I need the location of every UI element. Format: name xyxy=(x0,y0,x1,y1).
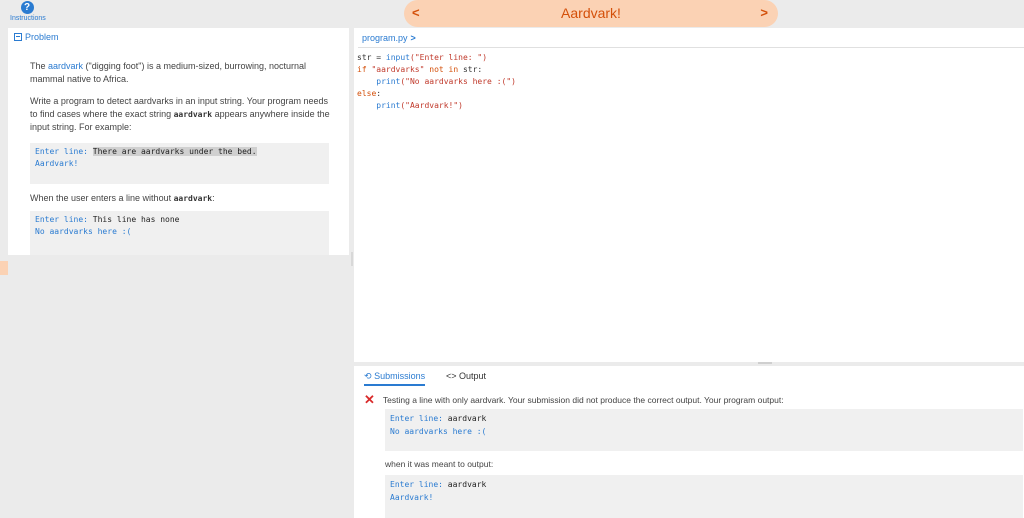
fail-icon: ✕ xyxy=(364,392,375,407)
expected-input: aardvark xyxy=(447,480,487,489)
chevron-right-icon: > xyxy=(410,33,416,43)
when-text: When the user enters a line without aard… xyxy=(30,192,330,205)
question-icon: ? xyxy=(20,1,34,14)
side-marker xyxy=(0,261,8,275)
example-block-1: Enter line: There are aardvarks under th… xyxy=(30,143,329,184)
pane-splitter[interactable] xyxy=(351,252,353,266)
tab-output-label: Output xyxy=(459,371,487,381)
code-line-4: else: xyxy=(357,88,516,100)
result-row: ✕ Testing a line with only aardvark. You… xyxy=(364,392,784,408)
problem-intro: The aardvark ("digging foot") is a mediu… xyxy=(30,60,330,86)
title-pill: < Aardvark! > xyxy=(404,0,778,27)
next-button[interactable]: > xyxy=(760,5,768,20)
tab-output[interactable]: <> Output xyxy=(446,371,486,381)
example1-output: Aardvark! xyxy=(35,159,79,168)
example2-input: This line has none xyxy=(92,215,180,224)
code-token: else xyxy=(357,89,377,98)
code-editor[interactable]: program.py > str = input("Enter line: ") i… xyxy=(354,28,1024,362)
when-label: When the user enters a line without xyxy=(30,193,174,203)
code-token: str: xyxy=(462,65,483,74)
example1-prompt: Enter line: xyxy=(35,147,93,156)
problem-tab[interactable]: Problem xyxy=(14,32,59,42)
code-token: "aardvarks" xyxy=(371,65,425,74)
example-block-2: Enter line: This line has none No aardva… xyxy=(30,211,329,255)
task-code: aardvark xyxy=(173,110,213,119)
code-token: ("Enter line: ") xyxy=(410,53,488,62)
aardvark-link[interactable]: aardvark xyxy=(48,61,83,71)
when-code: aardvark xyxy=(173,194,213,203)
collapse-icon xyxy=(14,33,22,41)
expected-prompt: Enter line: xyxy=(390,480,448,489)
code-line-2: if "aardvarks" not in str: xyxy=(357,64,516,76)
result-message: Testing a line with only aardvark. Your … xyxy=(382,395,784,405)
code-line-1: str = input("Enter line: ") xyxy=(357,52,516,64)
code-token: ("Aardvark!") xyxy=(400,101,463,110)
problem-pane: Problem The aardvark ("digging foot") is… xyxy=(8,28,349,255)
actual-output-block: Enter line: aardvark No aardvarks here :… xyxy=(385,409,1023,451)
tab-submissions[interactable]: ⟲ Submissions xyxy=(364,371,426,386)
file-name: program.py xyxy=(362,33,408,43)
code-token: str = xyxy=(357,53,386,62)
example2-output: No aardvarks here :( xyxy=(35,227,132,236)
code-token: print xyxy=(357,101,401,110)
code-token: ("No aardvarks here :(") xyxy=(400,77,516,86)
code-line-3: print("No aardvarks here :(") xyxy=(357,76,516,88)
code-line-5: print("Aardvark!") xyxy=(357,100,516,112)
actual-prompt: Enter line: xyxy=(390,414,448,423)
expected-label: when it was meant to output: xyxy=(385,459,494,469)
tab-submissions-label: Submissions xyxy=(374,371,426,381)
expected-output: Aardvark! xyxy=(390,492,434,502)
problem-tab-label: Problem xyxy=(25,32,59,42)
when-end: : xyxy=(212,193,215,203)
code-token: input xyxy=(385,53,410,62)
instructions-label: Instructions xyxy=(10,15,46,22)
code-token: print xyxy=(357,77,401,86)
example2-prompt: Enter line: xyxy=(35,215,93,224)
file-tab[interactable]: program.py > xyxy=(362,33,416,43)
expected-output-block: Enter line: aardvark Aardvark! xyxy=(385,475,1023,518)
code-token: not in xyxy=(424,65,463,74)
problem-task: Write a program to detect aardvarks in a… xyxy=(30,95,330,134)
actual-input: aardvark xyxy=(447,414,487,423)
history-icon: ⟲ xyxy=(364,371,372,381)
code-area[interactable]: str = input("Enter line: ") if "aardvarks… xyxy=(357,52,516,112)
code-brackets-icon: <> xyxy=(446,371,457,381)
tab-divider xyxy=(358,47,1024,48)
top-bar: ? Instructions < Aardvark! > xyxy=(0,0,1024,28)
code-token: : xyxy=(376,89,382,98)
example1-input: There are aardvarks under the bed. xyxy=(92,147,257,156)
code-token: if xyxy=(357,65,372,74)
actual-output: No aardvarks here :( xyxy=(390,426,487,436)
output-pane: ⟲ Submissions <> Output ✕ Testing a line… xyxy=(354,366,1024,518)
page-title: Aardvark! xyxy=(561,5,621,21)
resize-handle[interactable] xyxy=(758,362,772,364)
intro-prefix: The xyxy=(30,61,49,71)
instructions-button[interactable]: ? Instructions xyxy=(10,1,46,22)
